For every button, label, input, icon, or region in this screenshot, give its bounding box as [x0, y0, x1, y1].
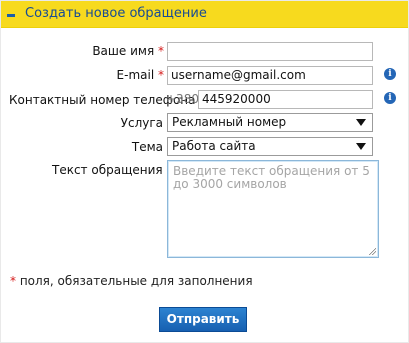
message-textarea[interactable]: Введите текст обращения от 5 до 3000 сим… [167, 160, 379, 258]
service-label: Услуга [120, 116, 163, 130]
service-selected-value: Рекламный номер [172, 115, 287, 129]
phone-label: Контактный номер телефона [9, 93, 196, 107]
panel-header[interactable]: Создать новое обращение [1, 1, 408, 28]
required-fields-note: * поля, обязательные для заполнения [10, 273, 253, 289]
info-icon[interactable]: i [384, 92, 396, 104]
submit-button[interactable]: Отправить [159, 307, 247, 332]
phone-prefix: +380 [166, 92, 199, 106]
required-star: * [158, 68, 164, 82]
info-icon[interactable]: i [384, 68, 396, 80]
topic-select[interactable]: Работа сайта [167, 137, 373, 156]
chevron-down-icon [356, 119, 366, 126]
resize-handle[interactable] [368, 247, 376, 255]
email-label: E-mail * [116, 68, 164, 82]
create-request-panel: Создать новое обращение Ваше имя * E-mai… [0, 0, 409, 343]
topic-selected-value: Работа сайта [172, 139, 256, 153]
required-note-text: поля, обязательные для заполнения [19, 274, 253, 288]
message-placeholder: Введите текст обращения от 5 до 3000 сим… [173, 164, 370, 191]
service-select[interactable]: Рекламный номер [167, 113, 373, 132]
chevron-down-icon [356, 143, 366, 150]
phone-field[interactable]: 445920000 [198, 90, 373, 109]
minus-icon[interactable] [7, 14, 15, 17]
email-field[interactable]: username@gmail.com [167, 66, 373, 85]
required-star: * [158, 44, 164, 58]
required-star: * [10, 274, 16, 288]
name-field[interactable] [167, 42, 373, 61]
message-label: Текст обращения * [52, 162, 172, 178]
panel-title: Создать новое обращение [25, 6, 207, 21]
topic-label: Тема [131, 140, 163, 154]
name-label: Ваше имя * [92, 44, 164, 58]
